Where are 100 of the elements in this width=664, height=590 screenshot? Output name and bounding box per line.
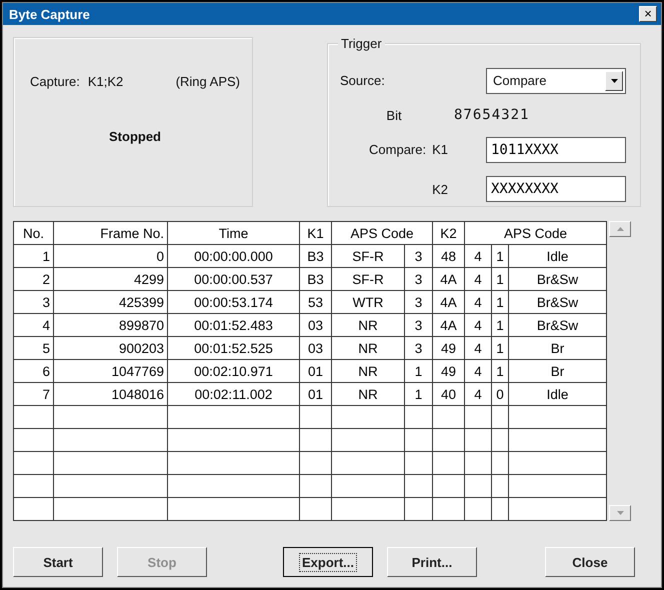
table-cell: Idle [508, 382, 607, 406]
table-cell: 1 [492, 268, 509, 290]
window-title: Byte Capture [9, 6, 90, 22]
column-header: No. [14, 222, 54, 244]
table-cell: 1 [492, 290, 509, 314]
table-cell: 00:01:52.483 [168, 314, 300, 336]
table-cell: 1 [14, 244, 54, 268]
column-header: K2 [432, 222, 465, 244]
table-cell: 1048016 [54, 382, 168, 406]
table-cell: 4 [464, 336, 492, 360]
column-header: Frame No. [54, 222, 168, 244]
table-cell: 2 [14, 268, 54, 290]
table-cell: 1 [492, 244, 509, 268]
table-cell: Br [508, 336, 607, 360]
table-cell: 00:00:00.000 [168, 244, 300, 268]
table-cell: 1047769 [54, 360, 168, 382]
trigger-title: Trigger [338, 36, 385, 51]
bit-label: Bit [386, 108, 402, 123]
table-cell: 3 [404, 314, 433, 336]
table-cell: 03 [300, 314, 332, 336]
table-cell: 01 [300, 360, 332, 382]
table-cell: SF-R [332, 268, 404, 290]
table-cell: NR [332, 314, 404, 336]
k2-label: K2 [432, 182, 448, 197]
table-cell: 03 [300, 336, 332, 360]
table-cell: 4 [464, 382, 492, 406]
table-cell: 49 [432, 336, 465, 360]
table-cell: 00:02:10.971 [168, 360, 300, 382]
table-cell: 53 [300, 290, 332, 314]
table-cell: 4299 [54, 268, 168, 290]
dialog-button[interactable]: Close [545, 547, 635, 577]
scrollbar[interactable] [609, 221, 632, 521]
table-cell: NR [332, 382, 404, 406]
table-cell: Br&Sw [508, 314, 607, 336]
column-header: Time [168, 222, 300, 244]
caret-icon [610, 78, 618, 83]
table-cell: 899870 [54, 314, 168, 336]
capture-value: K1;K2 [88, 74, 124, 89]
table-cell: 4 [464, 244, 492, 268]
table-cell: 3 [14, 290, 54, 314]
table-cell: 4A [432, 268, 465, 290]
table-cell: 3 [404, 336, 433, 360]
table-cell: 48 [432, 244, 465, 268]
table-cell: 4 [14, 314, 54, 336]
table-cell: 4A [432, 314, 465, 336]
table-cell: 00:00:00.537 [168, 268, 300, 290]
source-label: Source: [340, 73, 386, 88]
scroll-down-button[interactable] [609, 505, 632, 521]
dialog-button[interactable]: Start [13, 547, 103, 577]
table-cell: B3 [300, 268, 332, 290]
table-cell: NR [332, 336, 404, 360]
column-header: APS Code [332, 222, 433, 244]
table-cell: 3 [404, 268, 433, 290]
dropdown-button[interactable] [605, 70, 623, 91]
table-cell: 7 [14, 382, 54, 406]
table-cell: B3 [300, 244, 332, 268]
dialog-button[interactable]: Print... [387, 547, 477, 577]
table-cell: 4A [432, 290, 465, 314]
table-cell: 1 [492, 336, 509, 360]
up-arrow-icon [616, 227, 624, 231]
scroll-up-button[interactable] [609, 221, 632, 237]
down-arrow-icon [616, 511, 624, 515]
table-cell: 49 [432, 360, 465, 382]
capture-mode: (Ring APS) [176, 74, 240, 89]
column-header: K1 [300, 222, 332, 244]
table-cell: 4 [464, 268, 492, 290]
table-cell: 4 [464, 360, 492, 382]
k1-field[interactable]: 1011XXXX [486, 136, 626, 163]
source-dropdown[interactable]: Compare [486, 68, 626, 94]
close-button[interactable]: × [639, 6, 657, 22]
table-cell: 00:00:53.174 [168, 290, 300, 314]
dialog-button[interactable]: Export... [283, 547, 373, 577]
table-cell: 3 [404, 290, 433, 314]
table-cell: 40 [432, 382, 465, 406]
table-cell: 425399 [54, 290, 168, 314]
table-cell: 1 [404, 360, 433, 382]
table-cell: 00:01:52.525 [168, 336, 300, 360]
table-cell: 6 [14, 360, 54, 382]
bit-value: 87654321 [454, 107, 530, 124]
table-cell: 00:02:11.002 [168, 382, 300, 406]
capture-status: Stopped [109, 129, 161, 144]
table-cell: 5 [14, 336, 54, 360]
table-cell: 1 [492, 314, 509, 336]
table-cell: 4 [464, 314, 492, 336]
table-cell: WTR [332, 290, 404, 314]
table-cell: Br [508, 360, 607, 382]
k2-field[interactable]: XXXXXXXX [486, 176, 626, 202]
column-header: APS Code [464, 222, 607, 244]
table-cell: Br&Sw [508, 290, 607, 314]
table-cell: SF-R [332, 244, 404, 268]
table-cell: 3 [404, 244, 433, 268]
table-cell: NR [332, 360, 404, 382]
table-cell: 900203 [54, 336, 168, 360]
compare-label: Compare: [369, 142, 426, 158]
table-cell: 1 [404, 382, 433, 406]
table-cell: Idle [508, 244, 607, 268]
table-cell: 0 [492, 382, 509, 406]
table-cell: 0 [54, 244, 168, 268]
table-cell: 1 [492, 360, 509, 382]
table-cell: Br&Sw [508, 268, 607, 290]
